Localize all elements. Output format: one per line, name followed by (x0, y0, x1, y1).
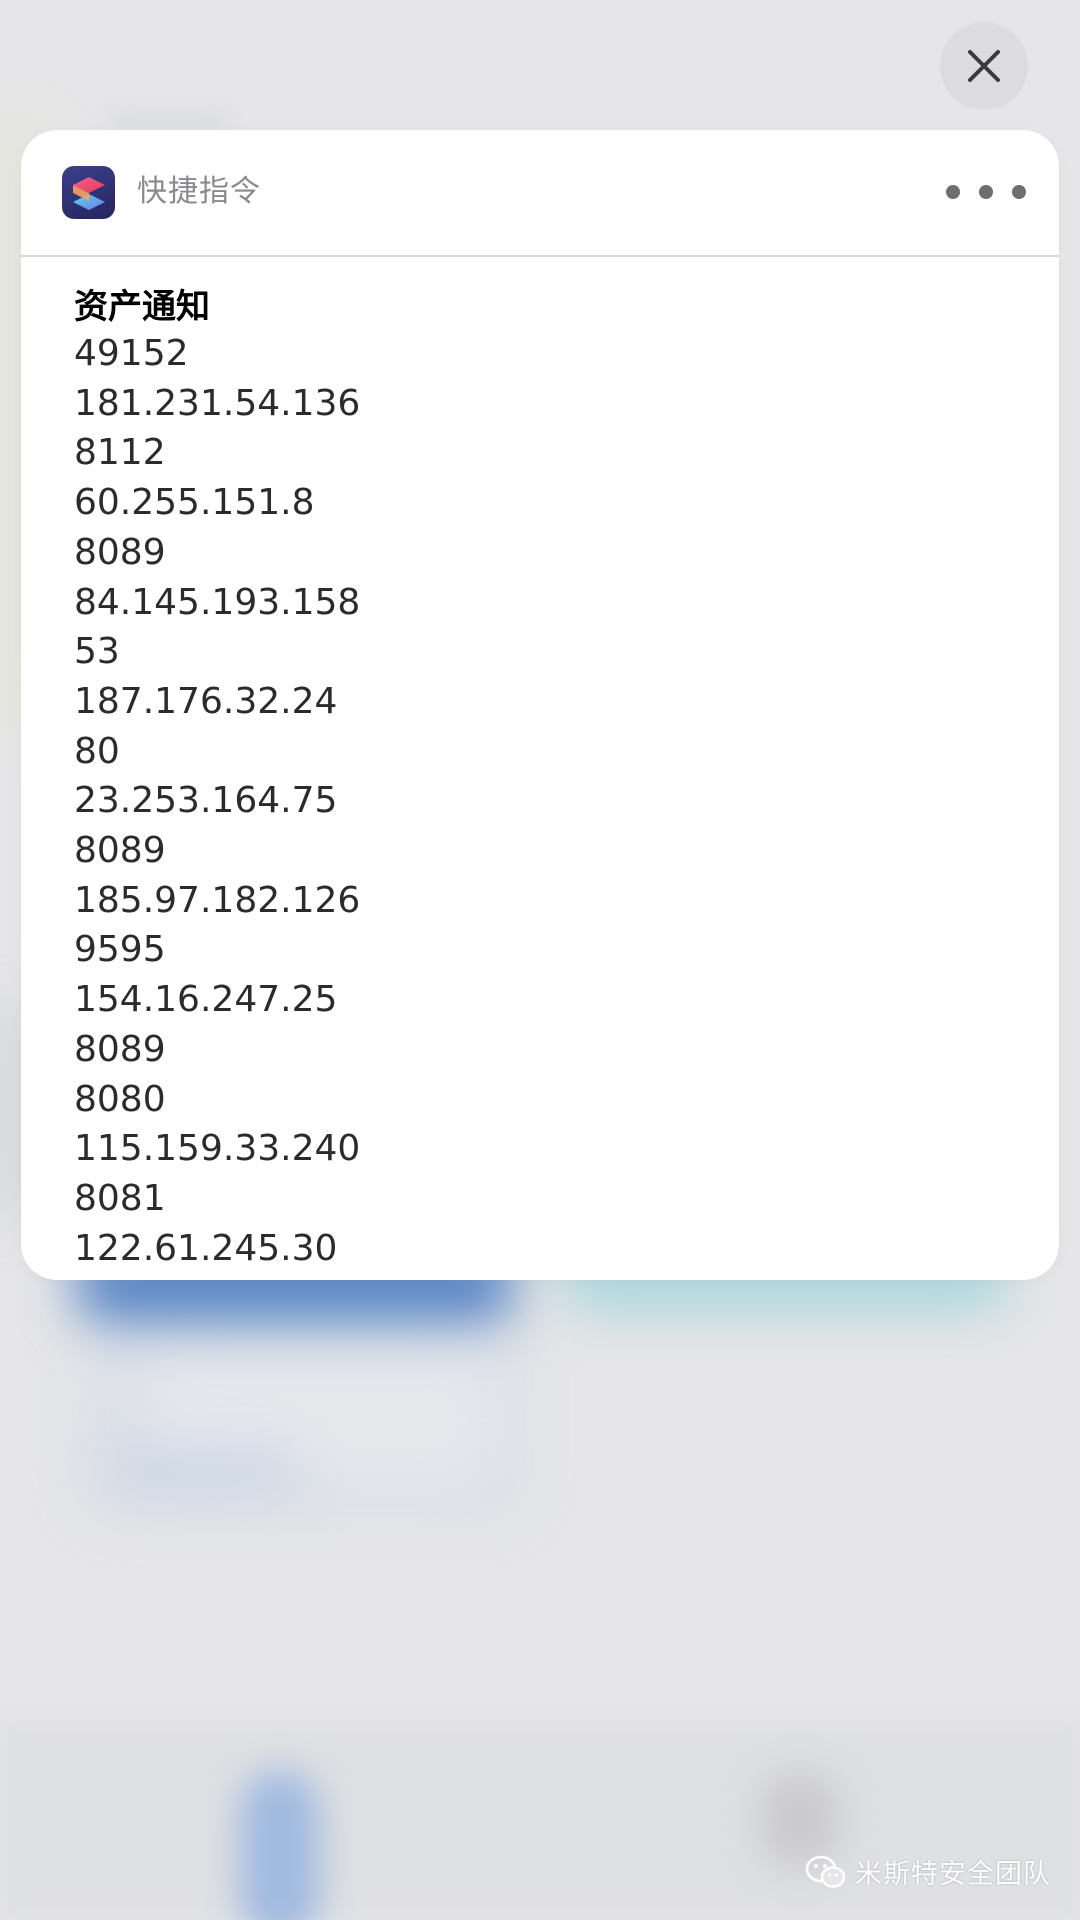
notification-line: 185.97.182.126 (74, 879, 361, 921)
notification-line: 49152 (74, 333, 189, 374)
notification-header: 快捷指令 (21, 130, 1059, 257)
wechat-icon (805, 1855, 846, 1888)
notification-line: 53 (74, 631, 120, 673)
notification-lines: 49152 181.231.54.136 8112 60.255.151.8 8089 8… (74, 329, 1059, 1273)
more-options-button[interactable] (946, 170, 1026, 214)
watermark: 米斯特安全团队 (805, 1852, 1051, 1891)
notification-title: 资产通知 (74, 287, 210, 327)
notification-line: 23.253.164.75 (74, 780, 338, 822)
watermark-text: 米斯特安全团队 (855, 1859, 1051, 1890)
notification-line: 8081 (74, 1177, 166, 1219)
background-widget-blur (110, 1450, 300, 1490)
close-icon (968, 50, 1000, 82)
notification-line: 154.16.247.25 (74, 979, 338, 1021)
notification-line: 8112 (74, 432, 166, 474)
notification-card[interactable]: 快捷指令 资产通知 49152 181.231.54.136 8112 60.255.… (21, 130, 1059, 1280)
notification-line: 80 (74, 730, 120, 772)
notification-line: 8089 (74, 1028, 166, 1070)
ellipsis-icon (1012, 185, 1026, 199)
notification-line: 8089 (74, 830, 166, 872)
notification-line: 8089 (74, 531, 166, 573)
notification-line: 115.159.33.240 (74, 1128, 361, 1170)
notification-line: 187.176.32.24 (74, 680, 338, 722)
notification-line: 122.61.245.30 (74, 1227, 338, 1269)
background-dock-icon-blur (240, 1770, 320, 1920)
close-button[interactable] (940, 22, 1028, 110)
notification-line: 84.145.193.158 (74, 581, 361, 623)
ellipsis-icon (979, 185, 993, 199)
notification-line: 181.231.54.136 (74, 382, 361, 424)
notification-line: 60.255.151.8 (74, 482, 315, 524)
background-blur (110, 110, 230, 130)
shortcuts-app-icon (62, 166, 115, 219)
notification-line: 9595 (74, 929, 166, 971)
ellipsis-icon (946, 185, 960, 199)
app-name: 快捷指令 (137, 174, 261, 209)
notification-body: 资产通知 49152 181.231.54.136 8112 60.255.151.8… (21, 257, 1059, 1273)
notification-line: 8080 (74, 1078, 166, 1120)
